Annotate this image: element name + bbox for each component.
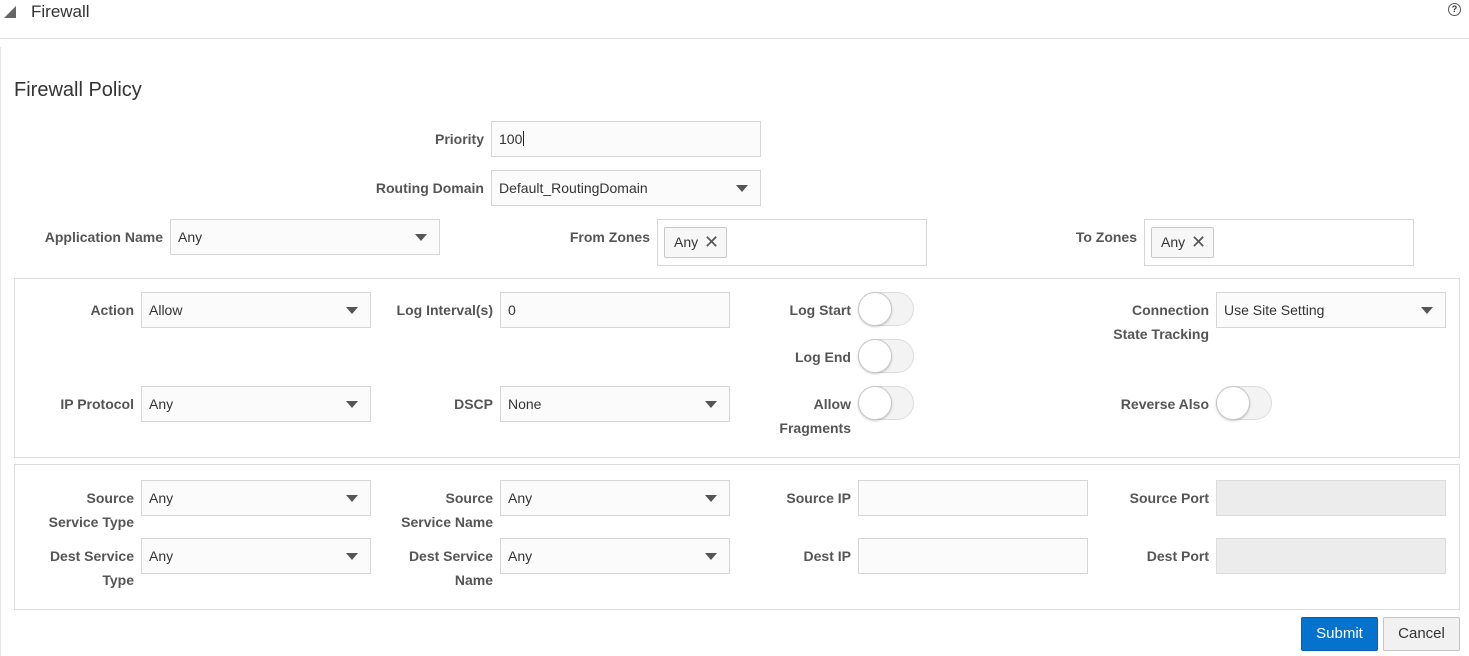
reverse-also-label: Reverse Also: [1120, 396, 1209, 412]
ip-protocol-value: Any: [149, 396, 174, 412]
dest-service-type-select[interactable]: Any: [141, 538, 371, 574]
action-select[interactable]: Allow: [141, 292, 371, 328]
log-end-label: Log End: [795, 349, 851, 365]
toggle-knob: [858, 292, 892, 326]
dest-service-name-value: Any: [508, 548, 533, 564]
to-zones-label: To Zones: [1075, 229, 1137, 245]
log-interval-label: Log Interval(s): [396, 302, 493, 318]
dest-service-name-label-line2: Name: [454, 572, 493, 588]
chevron-down-icon: [415, 234, 427, 241]
from-zone-tag: Any ✕: [664, 227, 728, 258]
dest-service-type-value: Any: [149, 548, 174, 564]
left-divider: [0, 47, 1, 656]
cancel-button[interactable]: Cancel: [1383, 617, 1460, 651]
dest-service-name-label: Dest Service Name: [380, 544, 493, 592]
toggle-knob: [858, 339, 892, 373]
submit-button[interactable]: Submit: [1301, 617, 1378, 651]
toggle-knob: [1216, 386, 1250, 420]
application-name-value: Any: [178, 229, 203, 245]
priority-label: Priority: [434, 131, 484, 147]
dest-service-type-label-line1: Dest Service: [49, 548, 134, 564]
to-zone-tag-label: Any: [1161, 234, 1186, 250]
toggle-knob: [858, 386, 892, 420]
chevron-down-icon: [1421, 307, 1433, 314]
chevron-down-icon: [346, 307, 358, 314]
source-port-input[interactable]: [1216, 480, 1446, 516]
remove-tag-icon[interactable]: ✕: [1191, 228, 1206, 257]
dest-service-name-select[interactable]: Any: [500, 538, 730, 574]
source-ip-label: Source IP: [786, 490, 851, 506]
source-service-name-label-line2: Service Name: [401, 514, 493, 530]
dest-service-name-label-line1: Dest Service: [408, 548, 493, 564]
connection-state-select[interactable]: Use Site Setting: [1216, 292, 1446, 328]
allow-fragments-label-line2: Fragments: [779, 420, 851, 436]
log-start-label: Log Start: [789, 302, 851, 318]
ip-protocol-select[interactable]: Any: [141, 386, 371, 422]
dscp-label: DSCP: [454, 396, 493, 412]
chevron-down-icon: [346, 495, 358, 502]
application-name-label: Application Name: [44, 229, 163, 245]
chevron-down-icon: [346, 553, 358, 560]
from-zones-input[interactable]: Any ✕: [657, 219, 927, 266]
priority-input[interactable]: 100: [491, 121, 761, 157]
dscp-select[interactable]: None: [500, 386, 730, 422]
panel-header: Firewall ?: [0, 0, 1469, 39]
dscp-value: None: [508, 396, 542, 412]
allow-fragments-toggle[interactable]: [858, 386, 914, 420]
routing-domain-select[interactable]: Default_RoutingDomain: [491, 170, 761, 206]
action-value: Allow: [149, 302, 183, 318]
source-service-name-label-line1: Source: [445, 490, 493, 506]
connection-state-label: Connection State Tracking: [1060, 298, 1209, 346]
priority-value: 100: [499, 131, 523, 147]
remove-tag-icon[interactable]: ✕: [704, 228, 719, 257]
allow-fragments-label: Allow Fragments: [740, 392, 851, 440]
routing-domain-value: Default_RoutingDomain: [499, 180, 648, 196]
help-icon[interactable]: ?: [1448, 3, 1461, 16]
log-start-toggle[interactable]: [858, 292, 914, 326]
source-port-label: Source Port: [1129, 490, 1209, 506]
source-service-type-label-line2: Service Type: [48, 514, 134, 530]
chevron-down-icon: [736, 185, 748, 192]
chevron-down-icon: [705, 401, 717, 408]
collapse-triangle-icon[interactable]: [4, 6, 16, 18]
from-zones-label: From Zones: [569, 229, 650, 245]
connection-state-label-line2: State Tracking: [1113, 326, 1209, 342]
routing-domain-label: Routing Domain: [375, 180, 484, 196]
action-label: Action: [90, 302, 134, 318]
application-name-select[interactable]: Any: [170, 219, 440, 255]
source-service-type-label: Source Service Type: [20, 486, 134, 534]
source-service-name-label: Source Service Name: [380, 486, 493, 534]
section-title: Firewall Policy: [14, 79, 142, 101]
to-zones-input[interactable]: Any ✕: [1144, 219, 1414, 266]
dest-ip-label: Dest IP: [803, 548, 851, 564]
source-ip-input[interactable]: [858, 480, 1088, 516]
chevron-down-icon: [346, 401, 358, 408]
dest-service-type-label: Dest Service Type: [20, 544, 134, 592]
to-zone-tag: Any ✕: [1151, 227, 1215, 258]
source-service-name-select[interactable]: Any: [500, 480, 730, 516]
source-service-type-label-line1: Source: [86, 490, 134, 506]
log-end-toggle[interactable]: [858, 339, 914, 373]
dest-port-label: Dest Port: [1146, 548, 1209, 564]
source-service-type-value: Any: [149, 490, 174, 506]
from-zone-tag-label: Any: [674, 234, 699, 250]
dest-port-input[interactable]: [1216, 538, 1446, 574]
allow-fragments-label-line1: Allow: [813, 396, 851, 412]
text-cursor: [523, 131, 525, 146]
log-interval-input[interactable]: 0: [500, 292, 730, 328]
reverse-also-toggle[interactable]: [1216, 386, 1272, 420]
connection-state-label-line1: Connection: [1132, 302, 1209, 318]
source-service-type-select[interactable]: Any: [141, 480, 371, 516]
dest-service-type-label-line2: Type: [102, 572, 134, 588]
ip-protocol-label: IP Protocol: [60, 396, 134, 412]
chevron-down-icon: [705, 553, 717, 560]
source-service-name-value: Any: [508, 490, 533, 506]
panel-title: Firewall: [31, 2, 90, 21]
connection-state-value: Use Site Setting: [1224, 302, 1325, 318]
dest-ip-input[interactable]: [858, 538, 1088, 574]
chevron-down-icon: [705, 495, 717, 502]
